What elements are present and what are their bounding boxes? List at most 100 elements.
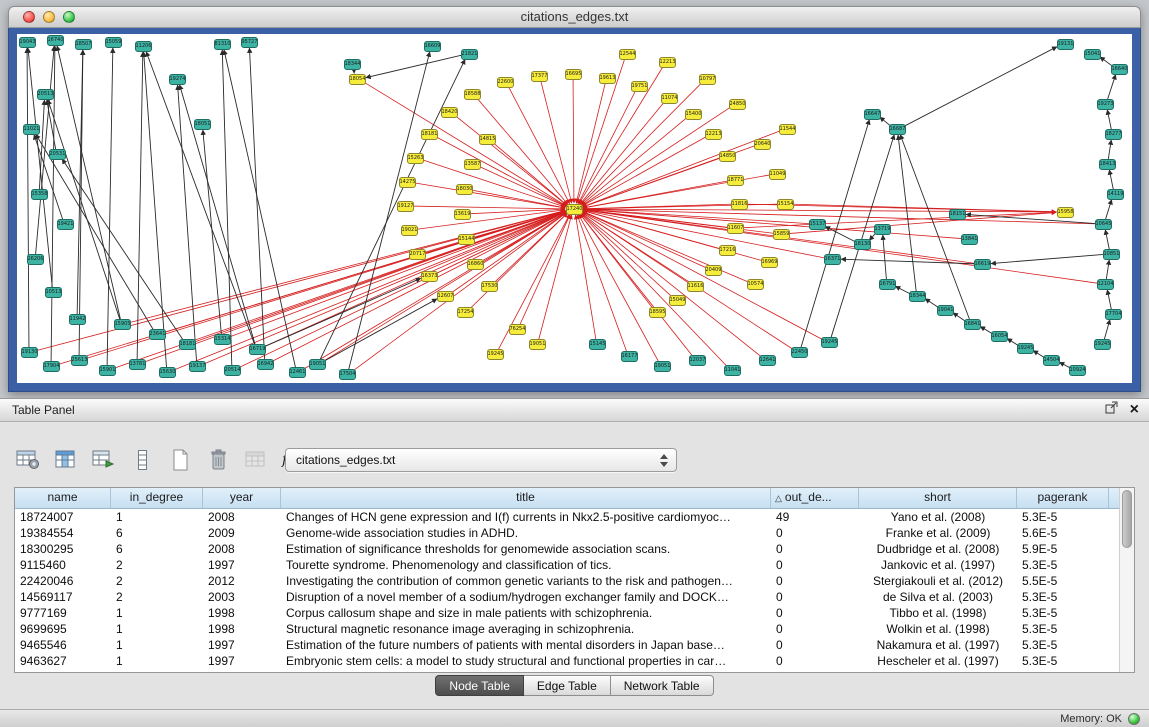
graph-node[interactable]: 1818174	[179, 339, 196, 350]
graph-node[interactable]: 1905137	[654, 361, 671, 372]
graph-node[interactable]: 1668744	[889, 124, 906, 135]
graph-node[interactable]: 1679197	[879, 279, 896, 290]
graph-node[interactable]: 1515469	[777, 199, 794, 210]
graph-node[interactable]: 1637358	[421, 271, 438, 282]
graph-node[interactable]: 1818113	[421, 129, 438, 140]
graph-node[interactable]: 1361945	[454, 209, 471, 220]
graph-node[interactable]: 1905144	[309, 359, 326, 370]
graph-node[interactable]: 1485083	[719, 151, 736, 162]
graph-node[interactable]: 1107434	[661, 93, 678, 104]
graph-node[interactable]: 1102174	[23, 124, 40, 135]
minimize-button[interactable]	[43, 11, 55, 23]
graph-node[interactable]: 7625441	[509, 324, 526, 335]
graph-node[interactable]: 1590151	[99, 365, 116, 376]
float-panel-icon[interactable]	[1105, 401, 1118, 419]
tab-edge-table[interactable]: Edge Table	[524, 675, 611, 696]
graph-node[interactable]: 1514458	[458, 234, 475, 245]
graph-node[interactable]: 1092450	[1069, 365, 1086, 376]
graph-node[interactable]: 2064019	[754, 139, 771, 150]
graph-node[interactable]: 2260088	[497, 77, 514, 88]
graph-node[interactable]: 1264104	[759, 355, 776, 366]
table-source-dropdown[interactable]: citations_edges.txt	[285, 448, 677, 472]
close-panel-icon[interactable]: ×	[1130, 400, 1139, 420]
graph-node[interactable]: 1877151	[727, 175, 744, 186]
graph-node[interactable]: 1504937	[669, 295, 686, 306]
graph-node[interactable]: 1904134	[937, 305, 954, 316]
graph-node[interactable]: 2561342	[71, 355, 88, 366]
graph-node[interactable]: 1924504	[487, 349, 504, 360]
graph-node[interactable]: 2485083	[729, 99, 746, 110]
graph-node[interactable]: 1674041	[47, 35, 64, 46]
graph-node[interactable]: 1085134	[1103, 249, 1120, 260]
delete-table-button[interactable]	[206, 447, 230, 473]
graph-node[interactable]: 1535853	[31, 189, 48, 200]
graph-node[interactable]: 1750413	[339, 369, 356, 380]
graph-node[interactable]: 1104113	[724, 365, 741, 376]
graph-node[interactable]: 1160742	[727, 223, 744, 234]
graph-node[interactable]: 1790473	[43, 361, 60, 372]
row-options-button[interactable]	[130, 447, 154, 473]
graph-node[interactable]: 1671944	[249, 344, 266, 355]
graph-node[interactable]: 1841341	[1099, 159, 1116, 170]
close-button[interactable]	[23, 11, 35, 23]
column-header-name[interactable]: name	[15, 488, 111, 508]
graph-node[interactable]: 1696946	[761, 257, 778, 268]
graph-node[interactable]: 1637114	[824, 254, 841, 265]
network-canvas[interactable]: 1724004185886422600881737704166950019613…	[17, 34, 1132, 383]
graph-node[interactable]: 1724004	[566, 204, 583, 215]
graph-node[interactable]: 1850714	[75, 39, 92, 50]
table-row[interactable]: 1830029562008Estimation of significance …	[15, 541, 1134, 557]
graph-node[interactable]: 2182104	[461, 49, 478, 60]
graph-node[interactable]: 1805419	[349, 74, 366, 85]
graph-node[interactable]: 1384134	[961, 234, 978, 245]
graph-node[interactable]: 1805134	[194, 119, 211, 130]
graph-node[interactable]: 1721600	[719, 245, 736, 256]
tab-node-table[interactable]: Node Table	[435, 675, 524, 696]
tab-network-table[interactable]: Network Table	[611, 675, 714, 696]
graph-node[interactable]: 1725441	[457, 307, 474, 318]
graph-node[interactable]: 1513744	[809, 219, 826, 230]
graph-node[interactable]: 1803022	[456, 184, 473, 195]
graph-node[interactable]: 1505913	[105, 37, 122, 48]
graph-node[interactable]: 1605442	[991, 331, 1008, 342]
graph-node[interactable]: 2053190	[49, 149, 66, 160]
table-row[interactable]: 946362711997Embryonic stem cells: a mode…	[15, 653, 1134, 669]
column-header-out_de[interactable]: △out_de...	[771, 488, 859, 508]
table-row[interactable]: 1456911722003Disruption of a novel membe…	[15, 589, 1134, 605]
graph-node[interactable]: 1961373	[599, 73, 616, 84]
graph-node[interactable]: 1563044	[159, 367, 176, 378]
graph-node[interactable]: 1526371	[407, 153, 424, 164]
column-header-in_degree[interactable]: in_degree	[111, 488, 203, 508]
graph-node[interactable]: 1531413	[214, 334, 231, 345]
new-table-button[interactable]	[168, 447, 192, 473]
graph-node[interactable]: 1684113	[964, 319, 981, 330]
graph-node[interactable]: 1975182	[631, 81, 648, 92]
graph-node[interactable]: 1913043	[21, 347, 38, 358]
graph-node[interactable]: 1120608	[135, 41, 152, 52]
graph-node[interactable]: 1411945	[1107, 189, 1124, 200]
graph-node[interactable]: 1371944	[874, 224, 891, 235]
graph-node[interactable]: 1664033	[1111, 64, 1128, 75]
graph-node[interactable]: 1585945	[773, 229, 790, 240]
graph-node[interactable]: 1902138	[401, 225, 418, 236]
graph-node[interactable]: 1858864	[464, 89, 481, 100]
graph-node[interactable]: 15958	[1057, 207, 1074, 218]
graph-node[interactable]: 1904381	[19, 37, 36, 48]
graph-node[interactable]: 1924503	[1094, 339, 1111, 350]
graph-node[interactable]: 1504131	[1084, 49, 1101, 60]
graph-node[interactable]: 1450412	[1043, 355, 1060, 366]
show-columns-button[interactable]	[54, 447, 78, 473]
graph-node[interactable]: 1686027	[467, 259, 484, 270]
graph-node[interactable]: 1051393	[45, 287, 62, 298]
graph-node[interactable]: 2051304	[37, 89, 54, 100]
graph-node[interactable]: 1660910	[424, 41, 441, 52]
table-row[interactable]: 1938455462009Genome-wide association stu…	[15, 525, 1134, 541]
graph-node[interactable]: 1203744	[689, 355, 706, 366]
graph-node[interactable]: 1664794	[864, 109, 881, 120]
graph-node[interactable]: 1924501	[821, 337, 838, 348]
graph-node[interactable]: 1079734	[699, 74, 716, 85]
graph-node[interactable]: 1064510	[1095, 219, 1112, 230]
graph-node[interactable]: 1540045	[685, 109, 702, 120]
graph-node[interactable]: 1057437	[747, 279, 764, 290]
graph-node[interactable]: 1481513	[479, 134, 496, 145]
